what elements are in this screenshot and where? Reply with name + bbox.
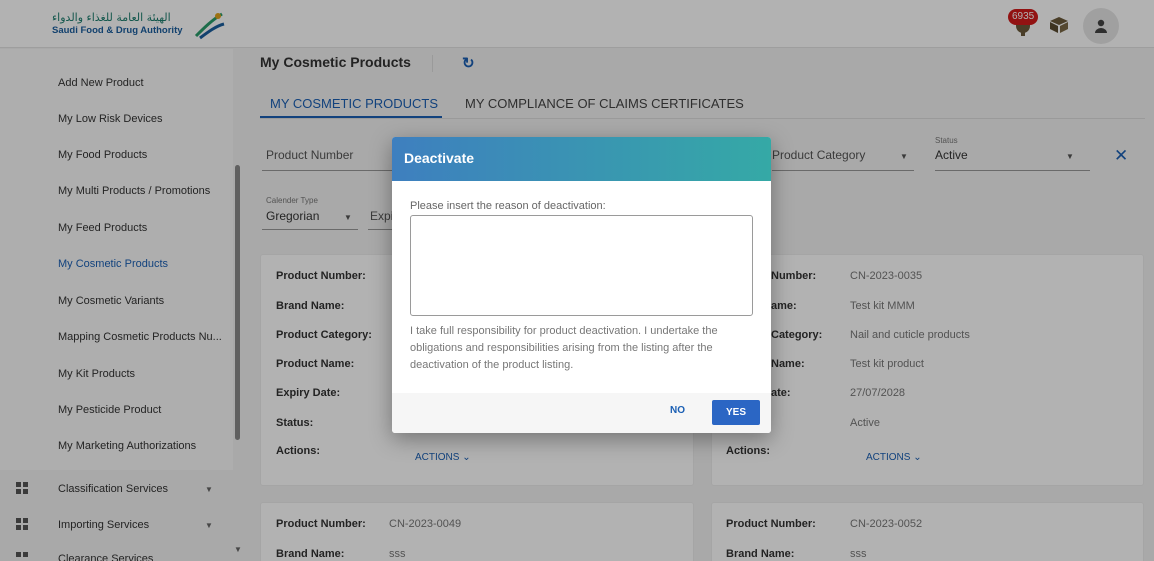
deactivation-reason-textarea[interactable] bbox=[410, 215, 753, 316]
responsibility-disclaimer: I take full responsibility for product d… bbox=[410, 325, 718, 371]
deactivate-dialog: Deactivate Please insert the reason of d… bbox=[392, 137, 771, 433]
dialog-header: Deactivate bbox=[392, 137, 771, 181]
dialog-footer: NO YES bbox=[392, 393, 771, 433]
no-button[interactable]: NO bbox=[670, 405, 685, 416]
yes-button[interactable]: YES bbox=[712, 400, 760, 425]
dialog-title: Deactivate bbox=[404, 150, 475, 166]
deactivation-reason-label: Please insert the reason of deactivation… bbox=[410, 200, 606, 212]
